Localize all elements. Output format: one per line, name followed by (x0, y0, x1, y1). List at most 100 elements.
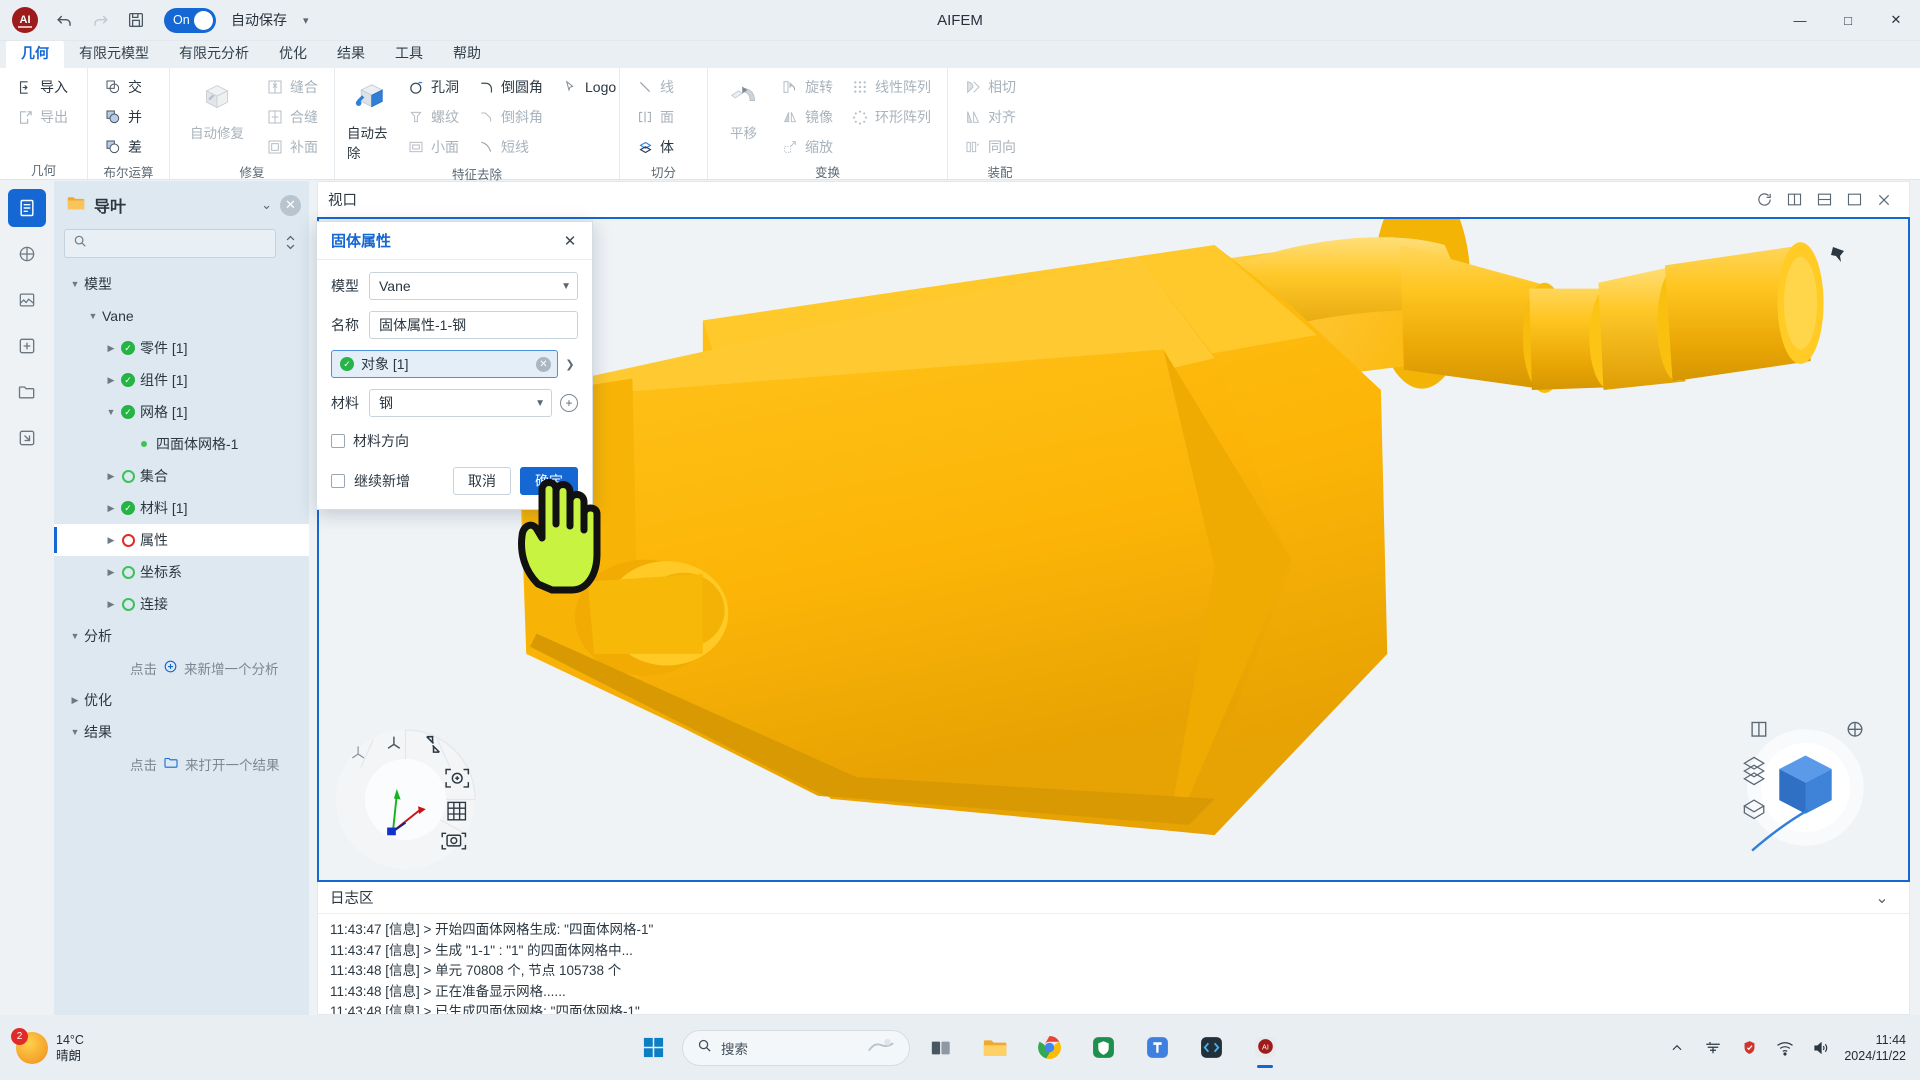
close-button[interactable]: ✕ (1872, 0, 1920, 41)
solid-property-dialog[interactable]: 固体属性 ✕ 模型 Vane ▼ 名称 固体属性-1-钢 ✓ 对象 [1] ✕ … (316, 221, 593, 510)
tree-sort-icon[interactable] (282, 234, 299, 254)
file-explorer-button[interactable] (972, 1025, 1018, 1071)
chevron-down-icon[interactable]: ▼ (68, 279, 82, 289)
tree-node-results[interactable]: ▼ 结果 (54, 716, 309, 748)
material-direction-checkbox[interactable] (331, 434, 345, 448)
chevron-right-icon[interactable]: ▶ (104, 375, 118, 386)
ribbon-same-direction-button[interactable]: 同向 (956, 132, 1024, 162)
tree-node-connections[interactable]: ▶ 连接 (54, 588, 309, 620)
ribbon-intersect-button[interactable]: 交 (96, 72, 150, 102)
name-input[interactable]: 固体属性-1-钢 (369, 311, 578, 339)
ribbon-scale-button[interactable]: 缩放 (773, 132, 841, 162)
volume-icon[interactable] (1808, 1039, 1834, 1057)
tree-node-optimization[interactable]: ▶ 优化 (54, 684, 309, 716)
task-view-button[interactable] (918, 1025, 964, 1071)
tree-search-input[interactable] (93, 236, 267, 251)
ribbon-mirror-button[interactable]: 镜像 (773, 102, 841, 132)
tree-node-analysis[interactable]: ▼ 分析 (54, 620, 309, 652)
ribbon-stitch-button[interactable]: 缝合 (258, 72, 326, 102)
view-navigation-dial[interactable] (333, 727, 478, 872)
tab-tools[interactable]: 工具 (380, 40, 438, 68)
viewport-close-icon[interactable] (1869, 186, 1899, 214)
open-folder-icon[interactable] (163, 755, 179, 773)
tree-node-vane[interactable]: ▼ Vane (54, 300, 309, 332)
viewport-pin-button[interactable] (1824, 241, 1854, 269)
tree-search-box[interactable] (64, 229, 276, 258)
ribbon-align-button[interactable]: 对齐 (956, 102, 1024, 132)
dialog-close-button[interactable]: ✕ (558, 229, 582, 253)
ime-icon[interactable] (1700, 1039, 1726, 1057)
chrome-button[interactable] (1026, 1025, 1072, 1071)
tree-node-parts[interactable]: ▶ ✓ 零件 [1] (54, 332, 309, 364)
ribbon-export-button[interactable]: 导出 (8, 102, 76, 132)
rail-mesh[interactable] (8, 235, 46, 273)
save-button[interactable] (120, 5, 152, 35)
ribbon-split-face-button[interactable]: 面 (628, 102, 682, 132)
ribbon-auto-defeature-button[interactable]: 自动去除 (343, 72, 397, 164)
rail-add-item[interactable] (8, 327, 46, 365)
object-expand-icon[interactable]: ❯ (562, 358, 578, 371)
undo-button[interactable] (48, 5, 80, 35)
tree-node-model[interactable]: ▼ 模型 (54, 268, 309, 300)
split-horizontal-icon[interactable] (1809, 186, 1839, 214)
continue-add-checkbox[interactable] (331, 474, 345, 488)
minimize-button[interactable]: — (1776, 0, 1824, 41)
tree-node-properties[interactable]: ▶ 属性 (54, 524, 309, 556)
object-selection-field[interactable]: ✓ 对象 [1] ✕ (331, 350, 558, 378)
chevron-down-icon[interactable]: ▼ (68, 727, 82, 737)
ribbon-tangent-button[interactable]: 相切 (956, 72, 1024, 102)
chevron-right-icon[interactable]: ▶ (104, 567, 118, 578)
chevron-down-icon[interactable]: ▼ (104, 407, 118, 417)
ribbon-split-body-button[interactable]: 体 (628, 132, 682, 162)
redo-button[interactable] (84, 5, 116, 35)
shield-app-button[interactable] (1080, 1025, 1126, 1071)
add-material-button[interactable]: + (560, 394, 578, 412)
qat-overflow-icon[interactable]: ▾ (303, 14, 309, 27)
tree-hint-open-result[interactable]: 点击 来打开一个结果 (54, 748, 309, 780)
log-body[interactable]: 11:43:47 [信息] > 开始四面体网格生成: "四面体网格-1" 11:… (318, 914, 1909, 1014)
chevron-right-icon[interactable]: ▶ (104, 599, 118, 610)
ribbon-circular-pattern-button[interactable]: 环形阵列 (843, 102, 939, 132)
taskbar-search-box[interactable]: 搜索 (682, 1029, 910, 1066)
model-select[interactable]: Vane ▼ (369, 272, 578, 300)
chevron-right-icon[interactable]: ▶ (104, 535, 118, 546)
rail-folder[interactable] (8, 373, 46, 411)
chevron-right-icon[interactable]: ▶ (68, 695, 82, 706)
ribbon-hole-button[interactable]: 孔洞 (399, 72, 467, 102)
tree-node-assemblies[interactable]: ▶ ✓ 组件 [1] (54, 364, 309, 396)
tab-results[interactable]: 结果 (322, 40, 380, 68)
autosave-toggle[interactable]: On (164, 7, 216, 33)
rail-image[interactable] (8, 281, 46, 319)
ribbon-translate-button[interactable]: 平移 (716, 72, 771, 144)
ribbon-difference-button[interactable]: 差 (96, 132, 150, 162)
chevron-right-icon[interactable]: ▶ (104, 471, 118, 482)
ribbon-fillet-button[interactable]: 倒圆角 (469, 72, 551, 102)
tab-help[interactable]: 帮助 (438, 40, 496, 68)
ribbon-patch-face-button[interactable]: 补面 (258, 132, 326, 162)
teams-button[interactable] (1134, 1025, 1180, 1071)
ribbon-short-edge-button[interactable]: 短线 (469, 132, 551, 162)
plus-circle-icon[interactable] (163, 659, 178, 677)
tree-close-button[interactable]: ✕ (280, 194, 301, 216)
view-cube[interactable] (1723, 705, 1888, 870)
cancel-button[interactable]: 取消 (453, 467, 511, 495)
tab-optimization[interactable]: 优化 (264, 40, 322, 68)
start-button[interactable] (632, 1027, 674, 1069)
material-direction-row[interactable]: 材料方向 (331, 431, 578, 451)
rail-model-tree[interactable] (8, 189, 46, 227)
tab-fem-model[interactable]: 有限元模型 (64, 40, 164, 68)
log-collapse-icon[interactable]: ⌄ (1867, 884, 1897, 912)
refresh-icon[interactable] (1749, 186, 1779, 214)
restore-icon[interactable] (1839, 186, 1869, 214)
ribbon-merge-seam-button[interactable]: 合缝 (258, 102, 326, 132)
dev-app-button[interactable] (1188, 1025, 1234, 1071)
tree-hint-add-analysis[interactable]: 点击 来新增一个分析 (54, 652, 309, 684)
tree-collapse-icon[interactable]: ⌄ (261, 197, 272, 213)
tree-node-tetra-mesh-1[interactable]: 四面体网格-1 (54, 428, 309, 460)
maximize-button[interactable]: □ (1824, 0, 1872, 41)
chevron-right-icon[interactable]: ▶ (104, 343, 118, 354)
ribbon-import-button[interactable]: 导入 (8, 72, 76, 102)
taskbar-clock[interactable]: 11:44 2024/11/22 (1844, 1032, 1906, 1064)
tab-fem-analysis[interactable]: 有限元分析 (164, 40, 264, 68)
split-vertical-icon[interactable] (1779, 186, 1809, 214)
